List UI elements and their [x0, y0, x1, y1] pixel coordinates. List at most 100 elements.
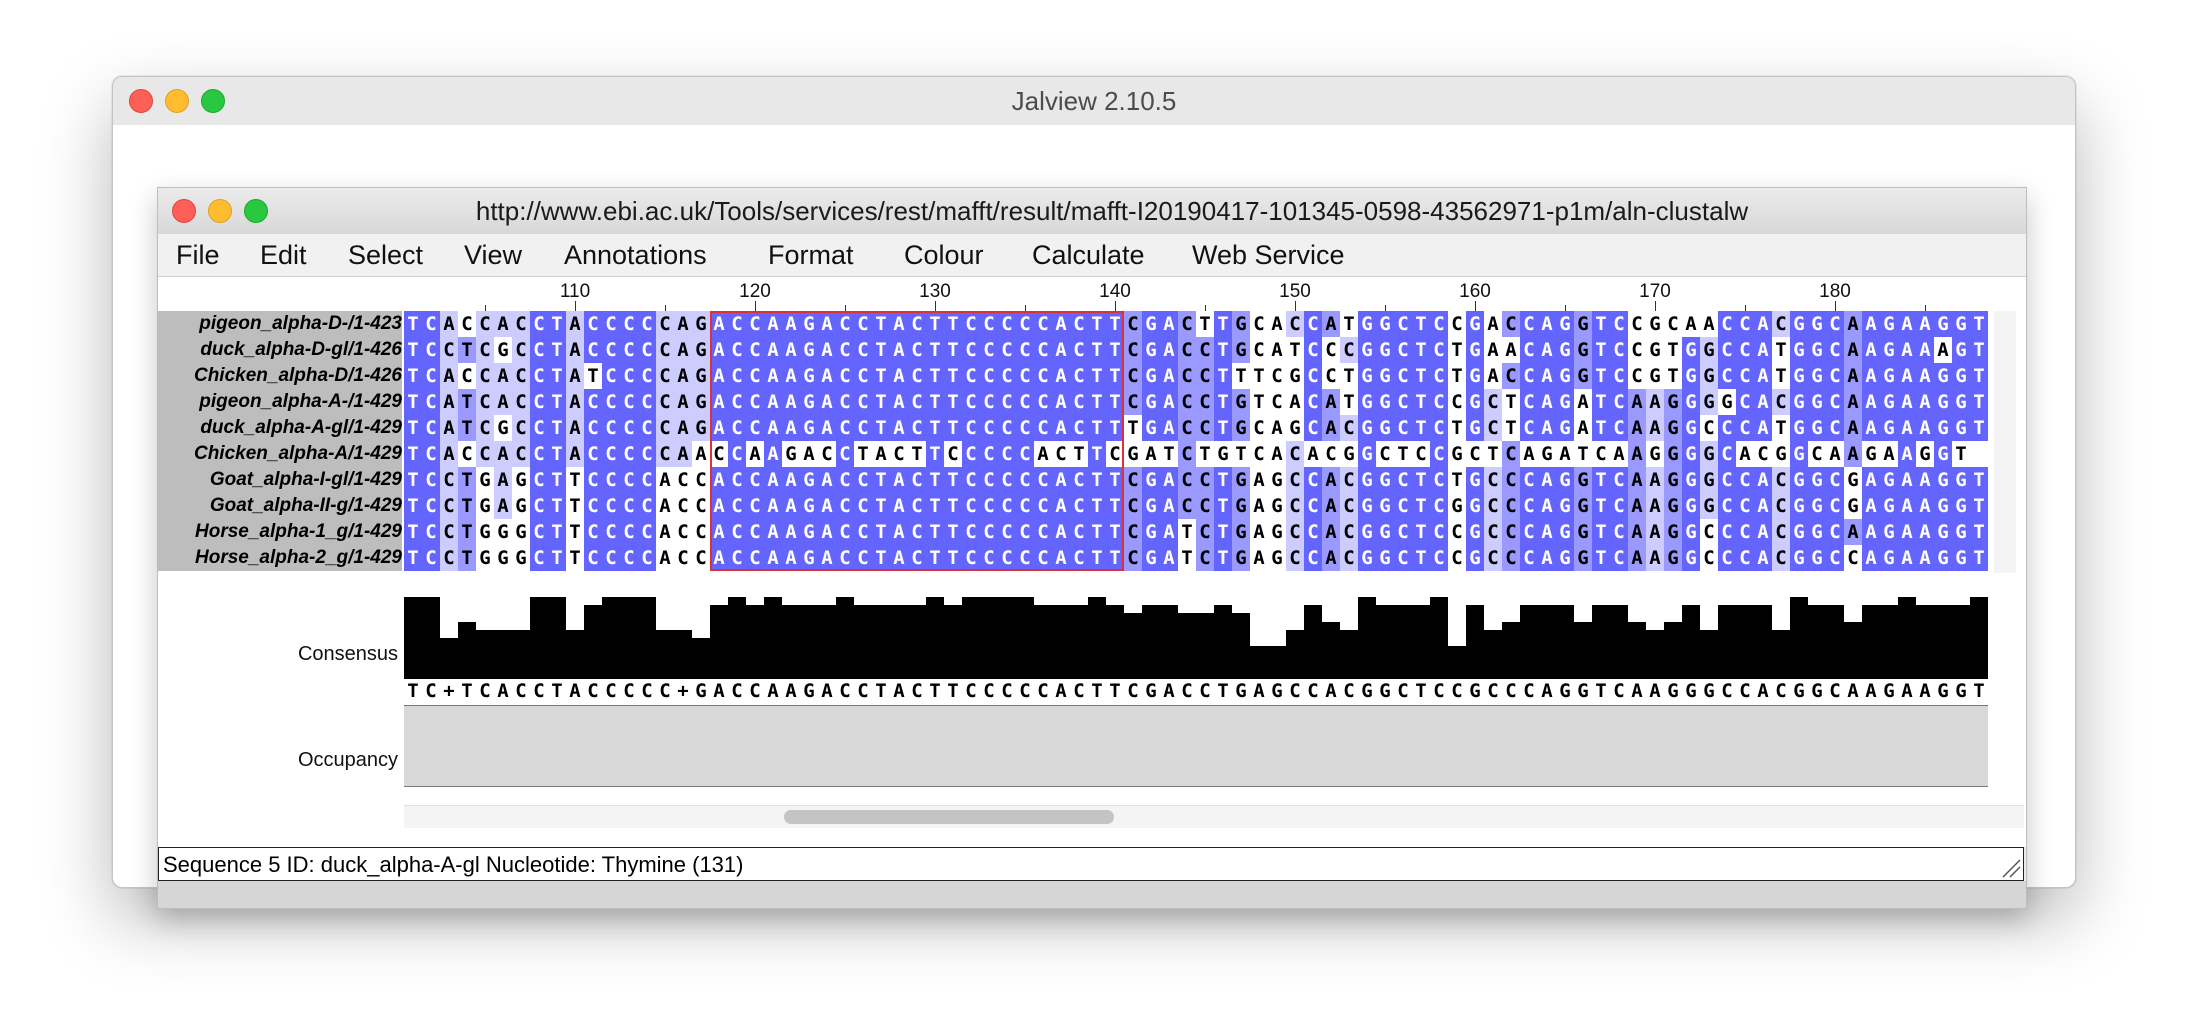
residue-cell[interactable]: G: [1952, 493, 1970, 519]
residue-cell[interactable]: T: [1412, 363, 1430, 389]
residue-cell[interactable]: C: [656, 363, 674, 389]
residue-cell[interactable]: T: [404, 467, 422, 493]
residue-cell[interactable]: C: [602, 545, 620, 571]
residue-cell[interactable]: G: [1880, 415, 1898, 441]
residue-cell[interactable]: C: [1394, 363, 1412, 389]
residue-cell[interactable]: G: [1862, 441, 1880, 467]
residue-cell[interactable]: T: [1772, 363, 1790, 389]
residue-cell[interactable]: G: [476, 493, 494, 519]
residue-cell[interactable]: C: [458, 311, 476, 337]
residue-cell[interactable]: A: [1646, 467, 1664, 493]
residue-cell[interactable]: G: [1556, 311, 1574, 337]
residue-cell[interactable]: C: [440, 519, 458, 545]
residue-cell[interactable]: A: [1682, 311, 1700, 337]
residue-cell[interactable]: T: [1592, 311, 1610, 337]
residue-cell[interactable]: G: [1124, 441, 1142, 467]
residue-cell[interactable]: A: [674, 415, 692, 441]
residue-cell[interactable]: G: [1682, 389, 1700, 415]
residue-cell[interactable]: T: [1970, 493, 1988, 519]
residue-cell[interactable]: C: [1610, 337, 1628, 363]
residue-cell[interactable]: A: [1916, 363, 1934, 389]
menu-calculate[interactable]: Calculate: [1032, 234, 1145, 276]
residue-cell[interactable]: G: [1934, 519, 1952, 545]
residue-cell[interactable]: T: [1970, 415, 1988, 441]
residue-cell[interactable]: C: [1196, 337, 1214, 363]
residue-cell[interactable]: C: [1610, 519, 1628, 545]
residue-cell[interactable]: T: [1970, 519, 1988, 545]
residue-cell[interactable]: A: [1628, 389, 1646, 415]
residue-cell[interactable]: A: [1754, 467, 1772, 493]
residue-cell[interactable]: T: [404, 415, 422, 441]
residue-cell[interactable]: A: [1898, 415, 1916, 441]
residue-cell[interactable]: A: [1646, 493, 1664, 519]
residue-cell[interactable]: G: [1952, 467, 1970, 493]
residue-cell[interactable]: G: [1952, 415, 1970, 441]
residue-cell[interactable]: C: [1430, 337, 1448, 363]
residue-cell[interactable]: C: [1628, 363, 1646, 389]
residue-cell[interactable]: C: [1124, 467, 1142, 493]
residue-cell[interactable]: G: [1376, 415, 1394, 441]
residue-cell[interactable]: G: [1880, 389, 1898, 415]
residue-cell[interactable]: T: [548, 389, 566, 415]
residue-cell[interactable]: C: [1502, 545, 1520, 571]
residue-cell[interactable]: C: [674, 493, 692, 519]
residue-cell[interactable]: G: [1376, 467, 1394, 493]
residue-cell[interactable]: T: [1952, 441, 1970, 467]
residue-cell[interactable]: A: [1484, 363, 1502, 389]
residue-cell[interactable]: G: [1574, 545, 1592, 571]
residue-cell[interactable]: A: [1646, 389, 1664, 415]
residue-cell[interactable]: A: [1502, 337, 1520, 363]
residue-cell[interactable]: G: [1646, 363, 1664, 389]
residue-cell[interactable]: G: [1376, 337, 1394, 363]
residue-cell[interactable]: G: [1556, 337, 1574, 363]
residue-cell[interactable]: C: [1340, 337, 1358, 363]
residue-cell[interactable]: C: [1736, 363, 1754, 389]
residue-cell[interactable]: G: [1682, 545, 1700, 571]
residue-cell[interactable]: A: [1916, 389, 1934, 415]
residue-cell[interactable]: T: [458, 389, 476, 415]
residue-cell[interactable]: C: [1304, 363, 1322, 389]
residue-cell[interactable]: A: [494, 441, 512, 467]
residue-cell[interactable]: G: [1790, 519, 1808, 545]
residue-cell[interactable]: C: [602, 467, 620, 493]
residue-cell[interactable]: A: [1844, 311, 1862, 337]
residue-cell[interactable]: C: [656, 389, 674, 415]
residue-cell[interactable]: G: [1880, 311, 1898, 337]
residue-cell[interactable]: C: [476, 415, 494, 441]
residue-cell[interactable]: A: [1268, 441, 1286, 467]
residue-cell[interactable]: C: [620, 389, 638, 415]
residue-cell[interactable]: C: [1520, 389, 1538, 415]
residue-cell[interactable]: C: [1826, 363, 1844, 389]
residue-cell[interactable]: A: [494, 493, 512, 519]
residue-cell[interactable]: C: [1250, 337, 1268, 363]
residue-cell[interactable]: G: [1952, 519, 1970, 545]
residue-cell[interactable]: A: [656, 493, 674, 519]
residue-cell[interactable]: G: [1376, 519, 1394, 545]
residue-cell[interactable]: C: [1772, 311, 1790, 337]
residue-cell[interactable]: A: [1250, 545, 1268, 571]
residue-cell[interactable]: A: [1628, 441, 1646, 467]
residue-cell[interactable]: A: [1862, 311, 1880, 337]
residue-cell[interactable]: G: [1232, 493, 1250, 519]
residue-cell[interactable]: A: [1898, 467, 1916, 493]
residue-cell[interactable]: G: [1466, 467, 1484, 493]
residue-cell[interactable]: C: [1340, 545, 1358, 571]
residue-cell[interactable]: G: [1358, 337, 1376, 363]
residue-cell[interactable]: C: [656, 441, 674, 467]
residue-cell[interactable]: G: [1466, 493, 1484, 519]
residue-cell[interactable]: A: [440, 415, 458, 441]
residue-cell[interactable]: A: [1898, 311, 1916, 337]
residue-cell[interactable]: G: [1790, 441, 1808, 467]
residue-cell[interactable]: C: [1772, 389, 1790, 415]
residue-cell[interactable]: C: [1736, 415, 1754, 441]
residue-cell[interactable]: A: [1556, 441, 1574, 467]
residue-cell[interactable]: A: [1934, 337, 1952, 363]
residue-cell[interactable]: A: [1898, 441, 1916, 467]
residue-cell[interactable]: C: [1340, 519, 1358, 545]
residue-cell[interactable]: A: [1538, 363, 1556, 389]
residue-cell[interactable]: G: [1142, 493, 1160, 519]
residue-cell[interactable]: A: [1826, 441, 1844, 467]
residue-cell[interactable]: T: [404, 519, 422, 545]
sequence-id[interactable]: Goat_alpha-II-g/1-429: [158, 493, 402, 519]
residue-cell[interactable]: C: [1736, 467, 1754, 493]
